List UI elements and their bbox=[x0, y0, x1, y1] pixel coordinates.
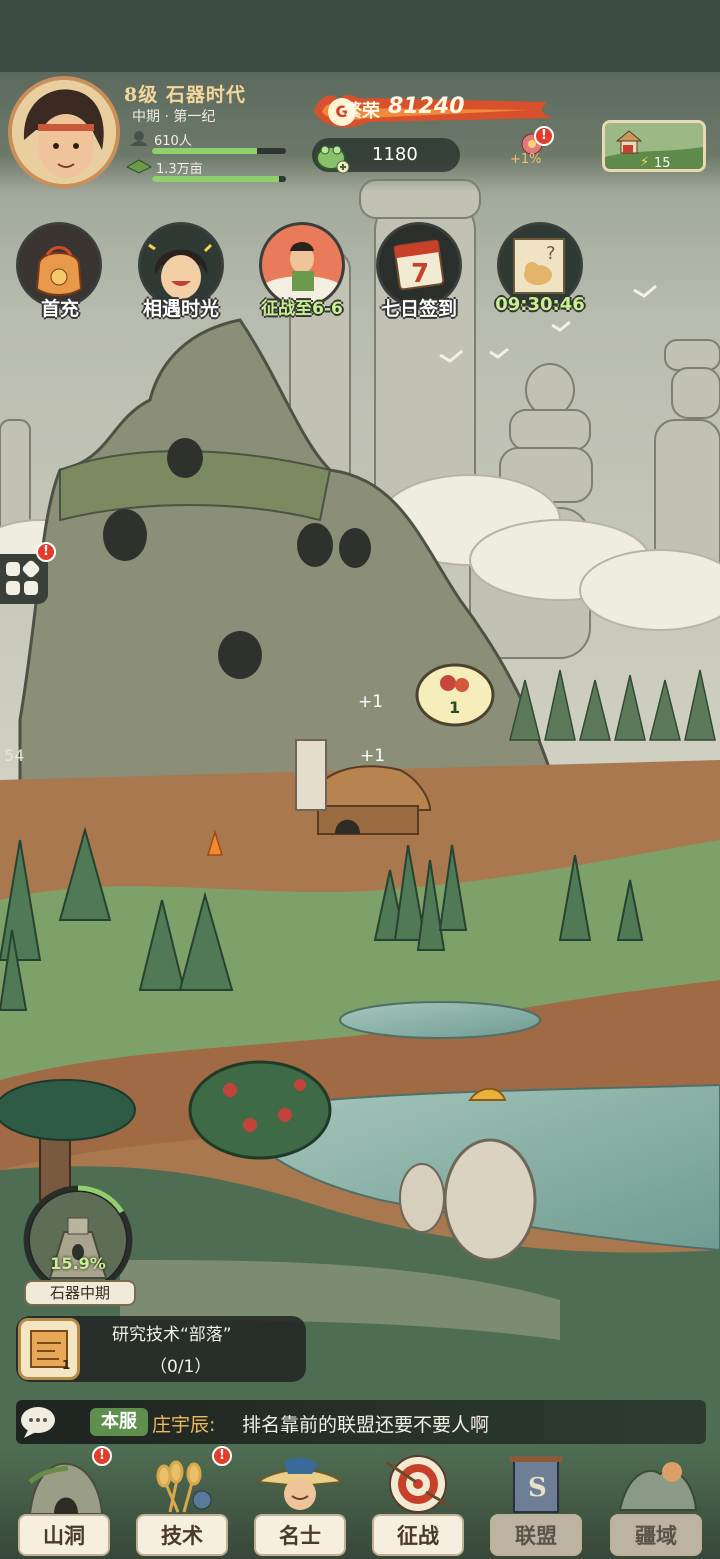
svg-text:?: ? bbox=[546, 243, 556, 264]
nav-sages[interactable]: 名士 bbox=[248, 1452, 352, 1556]
resource-gain-label: +1 bbox=[360, 746, 386, 766]
era-progress-percent: 15.9% bbox=[50, 1254, 106, 1273]
prosperity-label: 繁荣 bbox=[344, 101, 380, 122]
nav-label: 联盟 bbox=[490, 1514, 582, 1556]
nav-cave[interactable]: 山洞 bbox=[12, 1452, 116, 1556]
nav-label: 名士 bbox=[254, 1514, 346, 1556]
svg-text:S: S bbox=[528, 1473, 547, 1503]
population-bar bbox=[152, 148, 286, 154]
side-menu-button[interactable] bbox=[0, 554, 48, 604]
bonus-alert-badge: ! bbox=[534, 126, 554, 146]
event-label: 首充 bbox=[40, 298, 79, 320]
prosperity-banner: G 繁荣 81240 bbox=[308, 88, 558, 132]
caveman-portrait-icon bbox=[12, 80, 116, 184]
nav-tech[interactable]: 技术 bbox=[130, 1452, 234, 1556]
era-label: 石器中期 bbox=[24, 1280, 136, 1306]
land-icon bbox=[125, 158, 153, 174]
top-band bbox=[0, 0, 720, 72]
frog-coin-icon bbox=[314, 138, 350, 174]
fruit-harvest-bubble[interactable]: 1 bbox=[449, 698, 460, 717]
bonus-value: +1% bbox=[510, 152, 542, 167]
player-avatar[interactable] bbox=[8, 76, 120, 188]
population-value: 610人 bbox=[154, 134, 192, 149]
era-subtitle: 中期 · 第一纪 bbox=[132, 109, 216, 125]
resource-value: 1180 bbox=[372, 144, 418, 165]
resource-gain-label: +1 bbox=[358, 692, 384, 712]
event-encounter-time[interactable]: 相遇时光 bbox=[126, 222, 236, 321]
chat-message: 排名靠前的联盟还要不要人啊 bbox=[242, 1414, 490, 1436]
nav-label: 技术 bbox=[136, 1514, 228, 1556]
chat-bubble-icon[interactable] bbox=[18, 1404, 58, 1440]
chat-channel-tag: 本服 bbox=[90, 1408, 148, 1436]
nav-tech-alert-badge: ! bbox=[212, 1446, 232, 1466]
land-bar bbox=[152, 176, 286, 182]
sage-icon bbox=[255, 1457, 345, 1510]
population-icon bbox=[128, 130, 150, 146]
research-icon-number: 1 bbox=[62, 1358, 71, 1372]
event-label: 七日签到 bbox=[380, 298, 457, 320]
chat-speaker: 庄宇辰: bbox=[152, 1414, 216, 1436]
grid-menu-icon bbox=[6, 560, 40, 595]
game-screen: +1 +1 1 54 8级 石器时代 中期 · 第一纪 610人 1.3万亩 G… bbox=[0, 0, 720, 1559]
lightning-icon: ⚡ bbox=[640, 155, 650, 170]
nav-label: 征战 bbox=[372, 1514, 464, 1556]
land-value: 1.3万亩 bbox=[156, 162, 203, 177]
research-title: 研究技术“部落” bbox=[112, 1325, 232, 1345]
side-menu-alert-badge: ! bbox=[36, 542, 56, 562]
target-icon bbox=[385, 1455, 451, 1513]
nav-conquest[interactable]: 征战 bbox=[366, 1452, 470, 1556]
event-timed-scroll[interactable]: ? 09:30:46 bbox=[482, 222, 598, 315]
banner-icon: S bbox=[510, 1456, 562, 1513]
event-first-recharge[interactable]: 首充 bbox=[16, 222, 104, 321]
territory-icon bbox=[618, 1462, 698, 1511]
nav-cave-alert-badge: ! bbox=[92, 1446, 112, 1466]
player-level: 8级 石器时代 bbox=[124, 84, 246, 106]
territory-card-count: 15 bbox=[654, 156, 671, 171]
nav-label: 疆域 bbox=[610, 1514, 702, 1556]
nav-territory[interactable]: 疆域 bbox=[604, 1452, 708, 1556]
event-label: 相遇时光 bbox=[142, 298, 219, 320]
research-progress: （0/1） bbox=[150, 1357, 212, 1377]
event-countdown: 09:30:46 bbox=[495, 294, 585, 315]
scroll-research-icon bbox=[18, 1318, 80, 1380]
edge-number: 54 bbox=[4, 746, 25, 765]
svg-text:7: 7 bbox=[411, 259, 429, 289]
nav-label: 山洞 bbox=[18, 1514, 110, 1556]
event-label: 征战至6-6 bbox=[261, 299, 343, 319]
event-seven-day-checkin[interactable]: 7 七日签到 bbox=[364, 222, 474, 321]
prosperity-value: 81240 bbox=[388, 94, 465, 119]
nav-alliance[interactable]: S 联盟 bbox=[484, 1452, 588, 1556]
event-conquest-progress[interactable]: 征战至6-6 bbox=[242, 222, 362, 319]
